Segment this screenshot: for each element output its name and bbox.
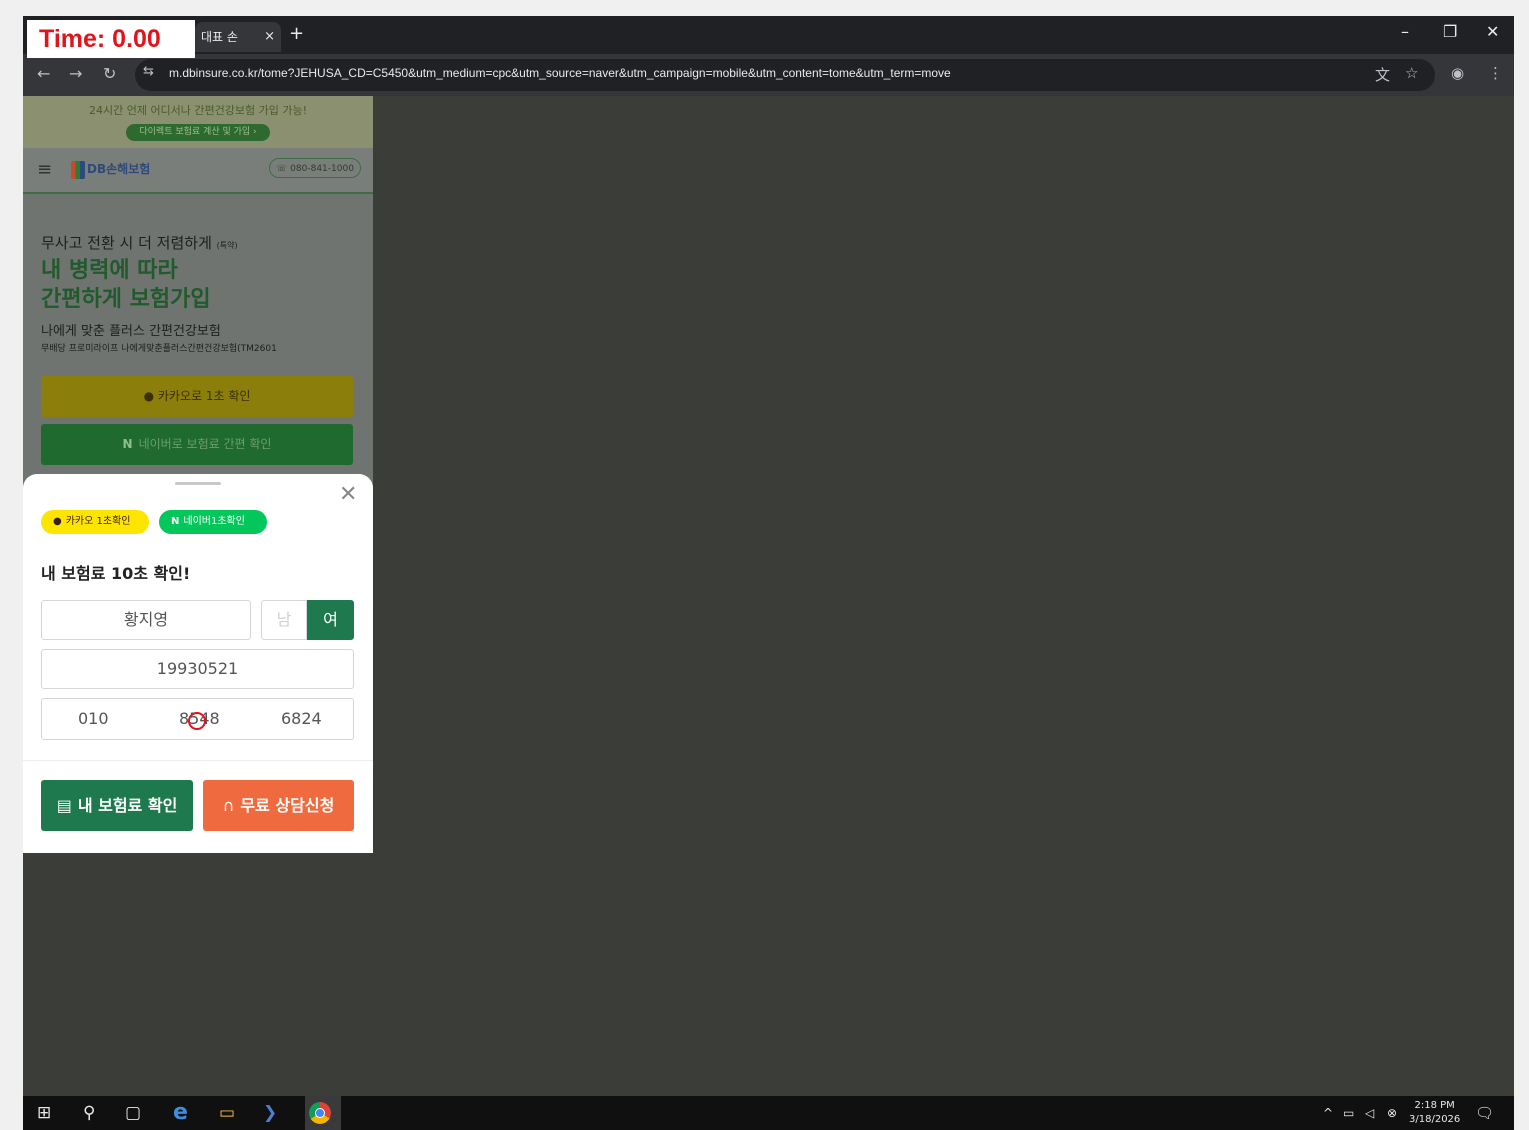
tab-title: 대표 손 [201, 30, 238, 44]
hero-headline: 내 병력에 따라 간편하게 보험가입 [41, 256, 211, 314]
tray-chevron-icon[interactable]: ^ [1323, 1096, 1333, 1130]
sheet-title: 내 보험료 10초 확인! [41, 564, 191, 583]
kakao-check-button[interactable]: ● 카카오로 1초 확인 [41, 376, 353, 417]
edge-icon[interactable]: e [173, 1096, 188, 1130]
windows-start-icon[interactable]: ⊞ [37, 1096, 51, 1130]
profile-icon[interactable]: ◉ [1451, 64, 1464, 82]
hero-headline-line1: 내 병력에 따라 [41, 258, 178, 283]
forward-icon[interactable]: → [69, 64, 82, 83]
birthdate-input[interactable]: 19930521 [41, 649, 354, 689]
kakao-quick-pill[interactable]: ● 카카오 1초확인 [41, 510, 149, 534]
naver-quick-label: 네이버1초확인 [183, 516, 245, 527]
translate-icon[interactable]: ⽂ [1375, 64, 1390, 85]
quote-bottom-sheet: ✕ ● 카카오 1초확인 N 네이버1초확인 내 보험료 10초 확인! 황지영 남… [23, 474, 373, 853]
browser-tab[interactable]: 대표 손 × [195, 22, 281, 52]
back-icon[interactable]: ← [37, 64, 50, 83]
phone-last-input[interactable]: 6824 [281, 699, 322, 739]
top-banner: 24시간 언제 어디서나 간편건강보험 가입 가능! 다이렉트 보험료 계산 및… [23, 96, 373, 148]
phone-button[interactable]: ☏ 080-841-1000 [269, 158, 361, 178]
kakao-quick-label: 카카오 1초확인 [65, 516, 131, 527]
free-consult-label: 무료 상담신청 [240, 796, 335, 815]
timer-overlay: Time: 0.00 [27, 20, 195, 58]
tab-close-icon[interactable]: × [264, 22, 275, 52]
naver-n-icon: N [122, 437, 133, 451]
search-icon[interactable]: ⚲ [83, 1096, 95, 1130]
status-icon[interactable]: ⊗ [1387, 1096, 1397, 1130]
hero-pre-label: 무사고 전환 시 더 저렴하게 [41, 234, 212, 252]
chrome-icon[interactable] [309, 1102, 331, 1124]
file-explorer-icon[interactable]: ▭ [219, 1096, 235, 1130]
logo-text: DB손해보험 [87, 162, 151, 176]
hero-fineprint: 무배당 프로미라이프 나에게맞춘플러스간편건강보험(TM2601 [41, 344, 277, 354]
kakao-bubble-icon: ● [53, 516, 62, 527]
sheet-handle[interactable] [175, 482, 221, 485]
phone-prefix-input[interactable]: 010 [78, 699, 109, 739]
site-header: ≡ DB손해보험 ☏ 080-841-1000 [23, 148, 373, 194]
name-input[interactable]: 황지영 [41, 600, 251, 640]
new-tab-icon[interactable]: + [289, 23, 304, 44]
naver-check-label: 네이버로 보험료 간편 확인 [138, 437, 272, 451]
clock-time: 2:18 PM [1414, 1100, 1455, 1111]
bookmark-star-icon[interactable]: ☆ [1405, 64, 1418, 82]
gender-male-button[interactable]: 남 [261, 600, 307, 640]
naver-quick-pill[interactable]: N 네이버1초확인 [159, 510, 267, 534]
check-premium-button[interactable]: ▤ 내 보험료 확인 [41, 780, 193, 831]
reload-icon[interactable]: ↻ [103, 64, 116, 83]
browser-menu-icon[interactable]: ⋮ [1488, 64, 1503, 82]
naver-n-icon: N [171, 516, 180, 527]
desktop-screen: 대표 손 × + – ❐ ✕ ← → ↻ ⇆ m.dbinsure.co.kr/… [23, 16, 1514, 1130]
sheet-divider [23, 760, 373, 761]
network-icon[interactable]: ▭ [1343, 1096, 1354, 1130]
browser-tab-bar: 대표 손 × + – ❐ ✕ [23, 16, 1514, 54]
gender-female-button[interactable]: 여 [307, 600, 354, 640]
clock-date: 3/18/2026 [1409, 1114, 1461, 1125]
hero-pre-text: 무사고 전환 시 더 저렴하게 (특약) [41, 232, 238, 253]
notification-icon[interactable]: 🗨 [1475, 1096, 1494, 1130]
powershell-icon[interactable]: ❯ [263, 1096, 277, 1130]
kakao-check-label: 카카오로 1초 확인 [157, 389, 251, 403]
minimize-icon[interactable]: – [1401, 22, 1409, 41]
hero-headline-line2: 간편하게 보험가입 [41, 287, 211, 312]
volume-icon[interactable]: ◁ [1365, 1096, 1374, 1130]
task-view-icon[interactable]: ▢ [125, 1096, 141, 1130]
hamburger-menu-icon[interactable]: ≡ [37, 159, 52, 180]
web-viewport: 24시간 언제 어디서나 간편건강보험 가입 가능! 다이렉트 보험료 계산 및… [23, 96, 1514, 1096]
naver-check-button[interactable]: N 네이버로 보험료 간편 확인 [41, 424, 353, 465]
url-text[interactable]: m.dbinsure.co.kr/tome?JEHUSA_CD=C5450&ut… [169, 66, 951, 80]
calculator-icon: ▤ [56, 796, 72, 815]
check-premium-label: 내 보험료 확인 [77, 796, 178, 815]
site-info-icon[interactable]: ⇆ [143, 64, 154, 79]
banner-button[interactable]: 다이렉트 보험료 계산 및 가입 › [126, 124, 270, 141]
hero-subtitle: 나에게 맞춘 플러스 간편건강보험 [41, 324, 221, 339]
sheet-close-icon[interactable]: ✕ [339, 482, 357, 507]
restore-icon[interactable]: ❐ [1443, 22, 1457, 41]
db-logo[interactable]: DB손해보험 [71, 160, 150, 179]
headset-icon: ∩ [222, 796, 235, 815]
address-bar: ← → ↻ ⇆ m.dbinsure.co.kr/tome?JEHUSA_CD=… [23, 54, 1514, 96]
click-cursor-indicator [188, 712, 206, 730]
logo-mark-icon [71, 160, 85, 179]
close-window-icon[interactable]: ✕ [1486, 22, 1499, 41]
mobile-page: 24시간 언제 어디서나 간편건강보험 가입 가능! 다이렉트 보험료 계산 및… [23, 96, 373, 853]
taskbar-clock[interactable]: 2:18 PM 3/18/2026 [1409, 1099, 1460, 1127]
banner-text: 24시간 언제 어디서나 간편건강보험 가입 가능! [88, 104, 308, 117]
free-consult-button[interactable]: ∩ 무료 상담신청 [203, 780, 354, 831]
phone-number: 080-841-1000 [290, 164, 354, 174]
hero-pre-note: (특약) [216, 241, 238, 250]
windows-taskbar: ⊞ ⚲ ▢ e ▭ ❯ ^ ▭ ◁ ⊗ 2:18 PM 3/18/2026 🗨 [23, 1096, 1514, 1130]
